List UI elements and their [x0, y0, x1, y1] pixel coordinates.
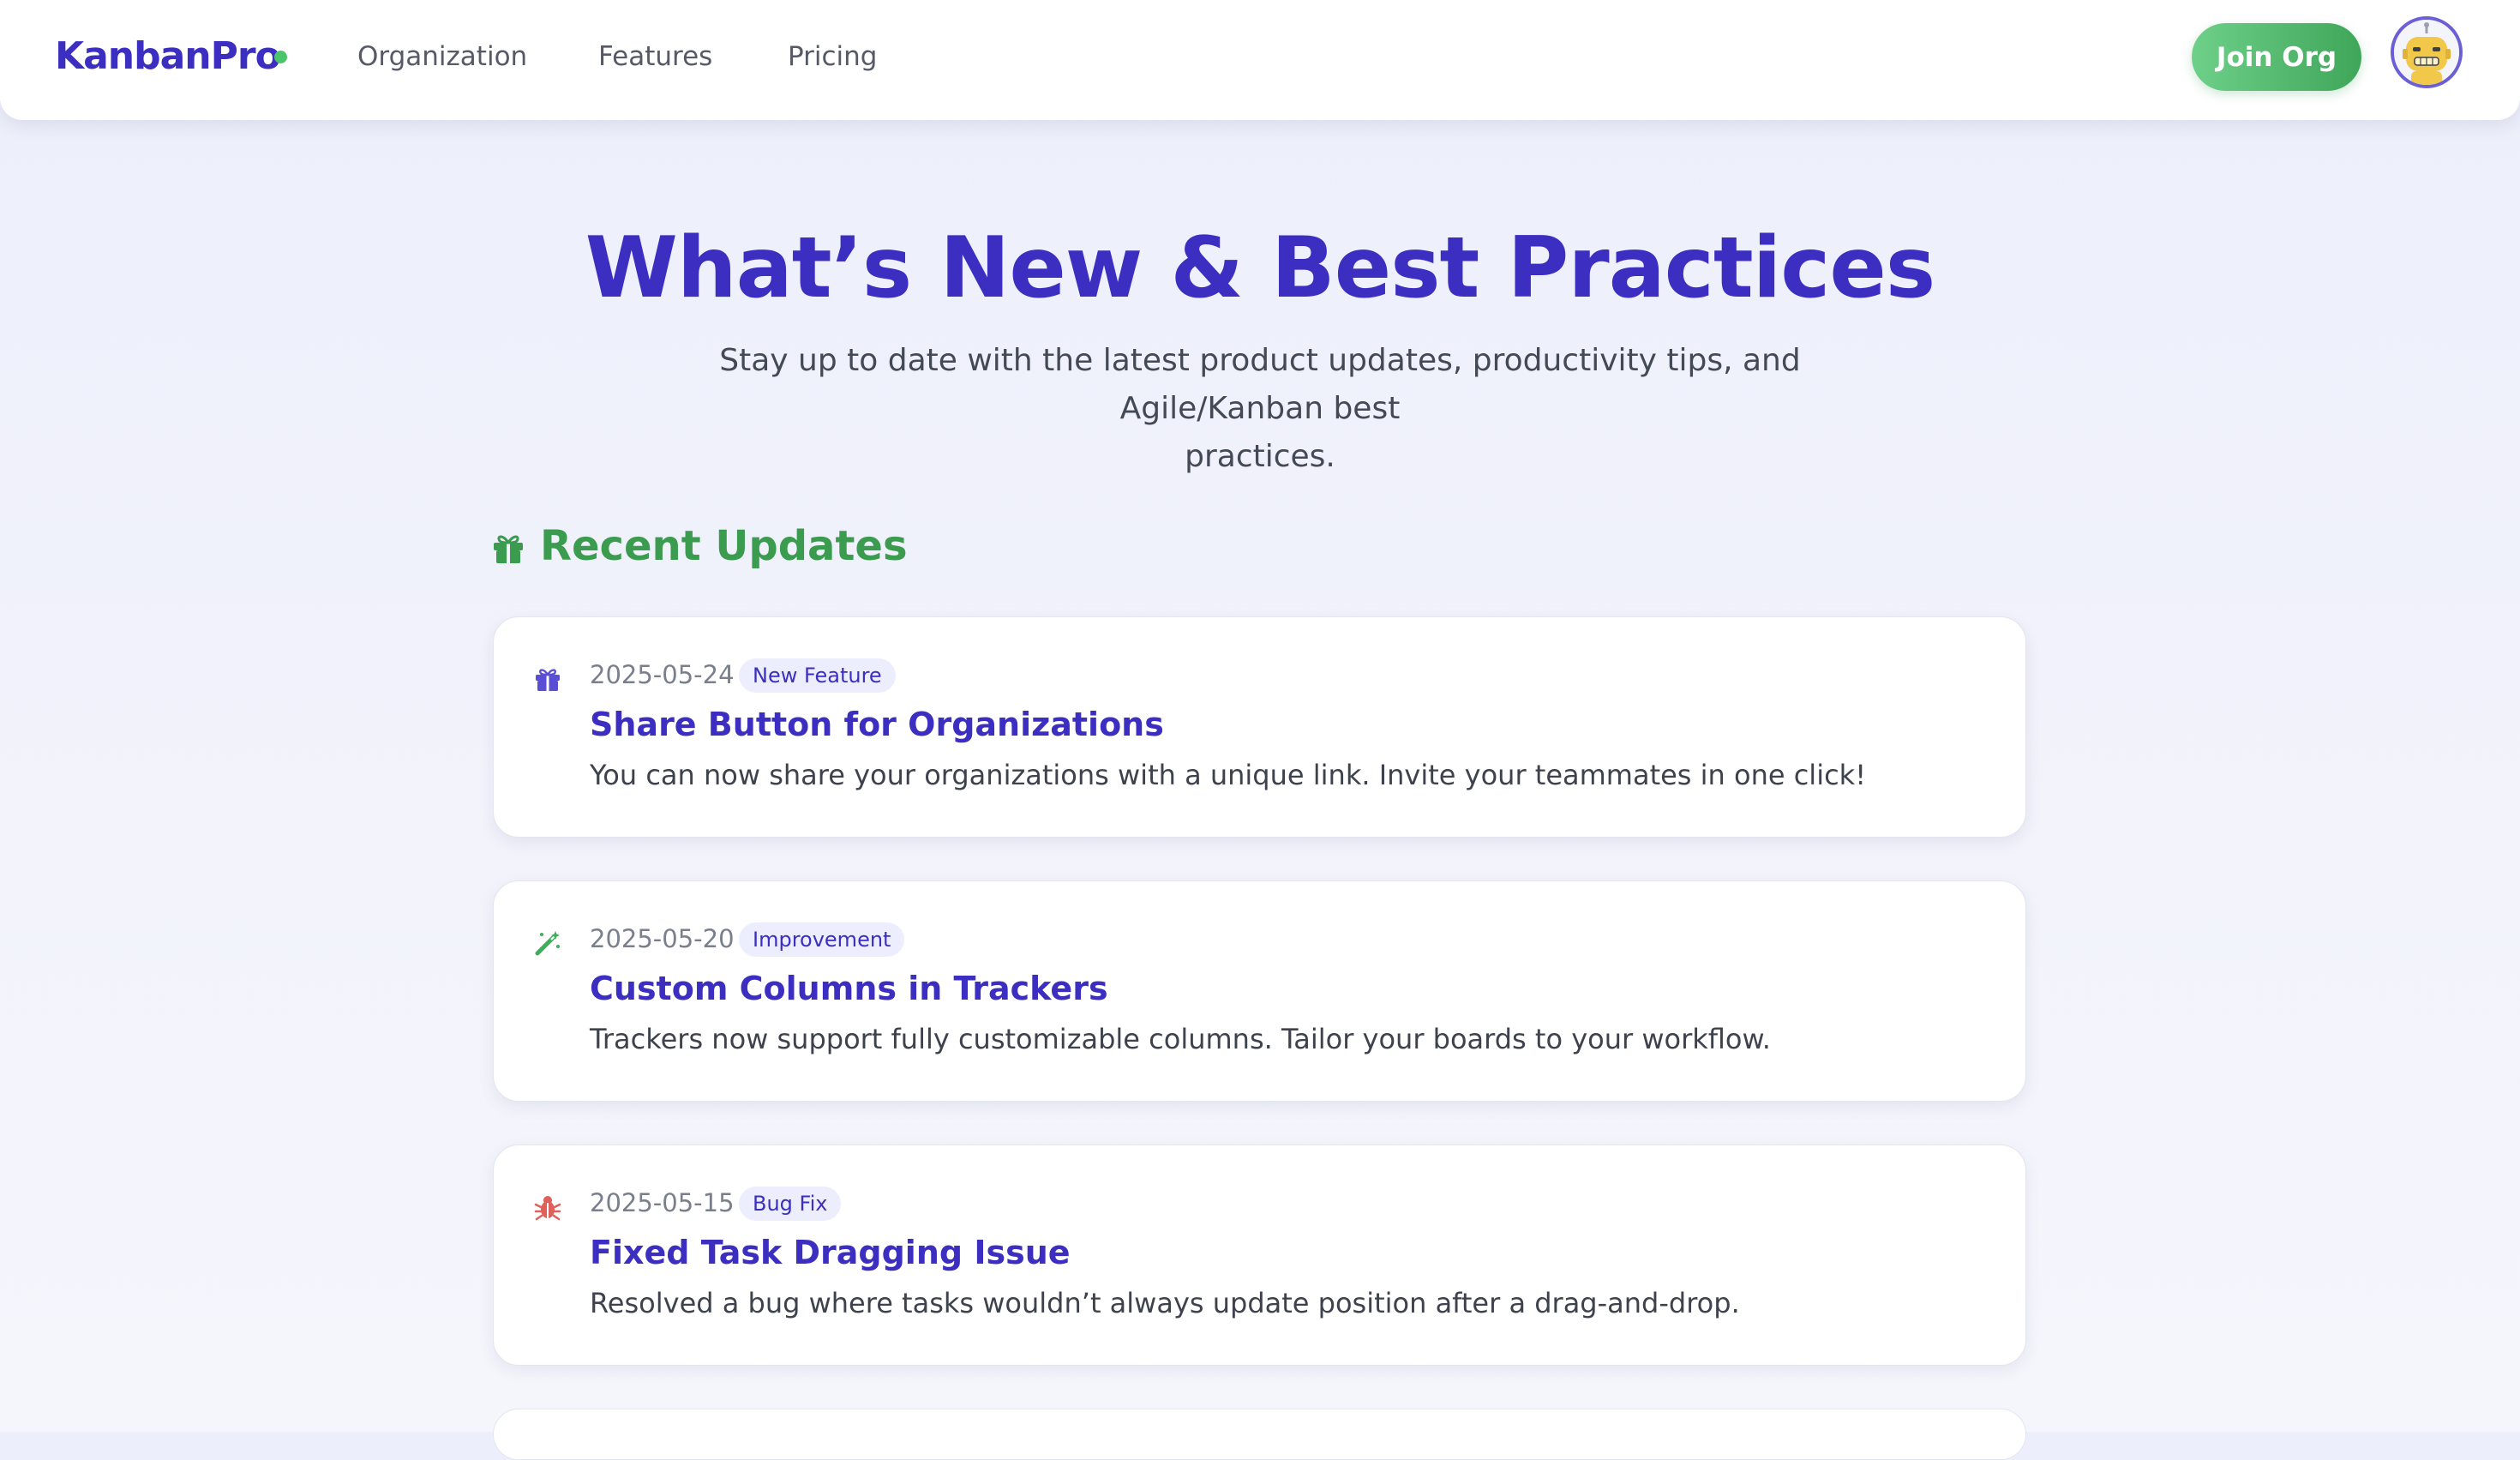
gift-icon — [494, 535, 523, 563]
section-title-recent-updates: Recent Updates — [540, 522, 908, 570]
update-badge: Improvement — [739, 922, 905, 957]
magic-wand-icon — [535, 931, 560, 956]
nav-link-organization[interactable]: Organization — [357, 34, 527, 79]
page-title: What’s New & Best Practices — [585, 219, 1935, 317]
logo[interactable]: KanbanPro — [55, 31, 281, 82]
gift-icon — [536, 669, 560, 691]
robot-avatar-icon — [2394, 20, 2459, 85]
update-title[interactable]: Share Button for Organizations — [590, 701, 1164, 748]
bug-icon — [534, 1196, 561, 1221]
update-date: 2025-05-20 — [590, 924, 735, 953]
update-card[interactable]: 2025-05-20 Improvement Custom Columns in… — [493, 880, 2026, 1102]
update-card[interactable]: 2025-05-24 New Feature Share Button for … — [493, 616, 2026, 838]
top-navbar: KanbanPro Organization Features Pricing … — [0, 0, 2520, 120]
join-org-button[interactable]: Join Org — [2192, 23, 2361, 91]
update-title[interactable]: Custom Columns in Trackers — [590, 965, 1108, 1012]
update-badge: Bug Fix — [739, 1187, 842, 1221]
update-badge: New Feature — [739, 658, 896, 693]
nav-link-features[interactable]: Features — [598, 34, 712, 79]
update-title[interactable]: Fixed Task Dragging Issue — [590, 1229, 1071, 1276]
nav-link-pricing[interactable]: Pricing — [788, 34, 878, 79]
update-date: 2025-05-24 — [590, 660, 735, 689]
page-subtitle: Stay up to date with the latest product … — [617, 337, 1903, 481]
update-card-partial[interactable] — [493, 1409, 2026, 1460]
update-card[interactable]: 2025-05-15 Bug Fix Fixed Task Dragging I… — [493, 1145, 2026, 1366]
update-description: Resolved a bug where tasks wouldn’t alwa… — [590, 1287, 1740, 1319]
user-avatar[interactable] — [2391, 16, 2463, 88]
update-date: 2025-05-15 — [590, 1188, 735, 1217]
update-description: Trackers now support fully customizable … — [590, 1023, 1771, 1055]
page-subtitle-line-1: Stay up to date with the latest product … — [719, 343, 1801, 426]
update-description: You can now share your organizations wit… — [590, 759, 1867, 791]
page-subtitle-line-2: practices. — [1185, 439, 1335, 474]
status-dot — [274, 51, 287, 63]
